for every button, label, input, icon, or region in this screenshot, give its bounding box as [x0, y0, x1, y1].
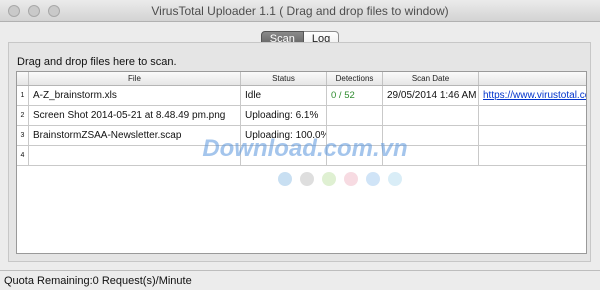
detections-value [327, 106, 383, 125]
row-number: 3 [17, 126, 29, 145]
row-number: 2 [17, 106, 29, 125]
report-link[interactable] [479, 146, 586, 165]
scan-status [241, 146, 327, 165]
file-name: BrainstormZSAA-Newsletter.scap [29, 126, 241, 145]
table-row[interactable]: 3 BrainstormZSAA-Newsletter.scap Uploadi… [17, 126, 586, 146]
app-window: VirusTotal Uploader 1.1 ( Drag and drop … [0, 0, 600, 290]
scan-status: Idle [241, 86, 327, 105]
status-bar: Quota Remaining:0 Request(s)/Minute [0, 270, 600, 290]
header-row-number [17, 72, 29, 85]
table-header: File Status Detections Scan Date [17, 72, 586, 86]
row-number: 4 [17, 146, 29, 165]
file-name [29, 146, 241, 165]
scan-date [383, 126, 479, 145]
scan-status: Uploading: 100.0% [241, 126, 327, 145]
header-detections[interactable]: Detections [327, 72, 383, 85]
scan-status: Uploading: 6.1% [241, 106, 327, 125]
detections-value [327, 146, 383, 165]
detections-value: 0 / 52 [327, 86, 383, 105]
files-table[interactable]: File Status Detections Scan Date 1 A-Z_b… [16, 71, 587, 254]
quota-status: Quota Remaining:0 Request(s)/Minute [4, 275, 192, 287]
report-link[interactable] [479, 126, 586, 145]
scan-date: 29/05/2014 1:46 AM [383, 86, 479, 105]
file-name: A-Z_brainstorm.xls [29, 86, 241, 105]
drop-instruction: Drag and drop files here to scan. [17, 56, 177, 68]
row-number: 1 [17, 86, 29, 105]
table-row[interactable]: 2 Screen Shot 2014-05-21 at 8.48.49 pm.p… [17, 106, 586, 126]
header-scan-date[interactable]: Scan Date [383, 72, 479, 85]
report-link[interactable] [479, 106, 586, 125]
table-row[interactable]: 4 [17, 146, 586, 166]
file-name: Screen Shot 2014-05-21 at 8.48.49 pm.png [29, 106, 241, 125]
table-row[interactable]: 1 A-Z_brainstorm.xls Idle 0 / 52 29/05/2… [17, 86, 586, 106]
header-status[interactable]: Status [241, 72, 327, 85]
scan-date [383, 106, 479, 125]
detections-value [327, 126, 383, 145]
window-title: VirusTotal Uploader 1.1 ( Drag and drop … [151, 4, 449, 18]
title-bar: VirusTotal Uploader 1.1 ( Drag and drop … [0, 0, 600, 22]
scan-date [383, 146, 479, 165]
header-file[interactable]: File [29, 72, 241, 85]
header-link[interactable] [479, 72, 586, 85]
report-link[interactable]: https://www.virustotal.com [479, 86, 586, 105]
